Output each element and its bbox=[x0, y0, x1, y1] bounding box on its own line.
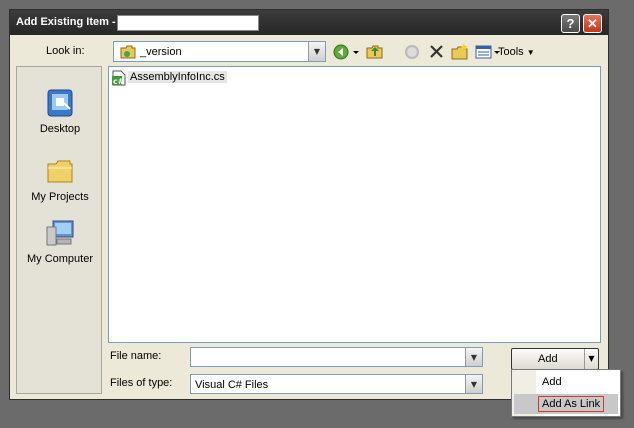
place-label: My Projects bbox=[31, 191, 89, 203]
search-web-button[interactable] bbox=[403, 42, 423, 62]
look-in-dropdown[interactable]: _version ▼ bbox=[113, 41, 326, 62]
menu-item-label: Add bbox=[542, 376, 562, 388]
look-in-value: _version bbox=[140, 46, 182, 58]
add-split-button[interactable]: Add ▼ bbox=[511, 348, 599, 370]
desktop-icon bbox=[47, 89, 73, 117]
file-name-label: File name: bbox=[110, 350, 162, 362]
place-my-projects[interactable]: My Projects bbox=[17, 155, 103, 203]
delete-icon bbox=[430, 45, 443, 58]
place-label: My Computer bbox=[26, 253, 94, 265]
chevron-down-icon bbox=[353, 51, 359, 54]
add-dropdown-menu: Add Add As Link bbox=[511, 369, 621, 417]
folder-icon bbox=[47, 160, 73, 183]
file-list[interactable]: c# AssemblyInfoInc.cs bbox=[108, 66, 601, 343]
views-icon bbox=[475, 45, 492, 59]
chevron-down-icon[interactable]: ▼ bbox=[584, 349, 598, 369]
menu-item-add[interactable]: Add bbox=[514, 372, 618, 392]
computer-icon bbox=[46, 220, 74, 246]
search-web-icon bbox=[405, 45, 419, 59]
up-folder-icon bbox=[366, 45, 383, 59]
file-name: AssemblyInfoInc.cs bbox=[128, 71, 227, 83]
chevron-down-icon[interactable]: ▼ bbox=[465, 375, 482, 393]
up-one-level-button[interactable] bbox=[365, 42, 385, 62]
close-button[interactable]: ✕ bbox=[583, 14, 602, 33]
place-my-computer[interactable]: My Computer bbox=[17, 217, 103, 265]
files-of-type-value: Visual C# Files bbox=[195, 379, 269, 391]
chevron-down-icon[interactable]: ▼ bbox=[308, 42, 325, 61]
title-project-name-field bbox=[117, 15, 259, 31]
svg-text:c#: c# bbox=[113, 77, 125, 86]
look-in-label: Look in: bbox=[46, 45, 85, 57]
file-name-field[interactable]: ▼ bbox=[190, 347, 483, 367]
tools-menu[interactable]: Tools ▼ bbox=[498, 46, 535, 58]
add-button-label: Add bbox=[538, 353, 558, 365]
add-existing-item-dialog: Add Existing Item - ? ✕ Look in: _versio… bbox=[9, 9, 609, 400]
title-bar[interactable]: Add Existing Item - ? ✕ bbox=[10, 10, 608, 35]
place-desktop[interactable]: Desktop bbox=[17, 87, 103, 135]
chevron-down-icon: ▼ bbox=[526, 48, 535, 57]
menu-item-label: Add As Link bbox=[538, 396, 605, 412]
back-dropdown[interactable] bbox=[351, 42, 361, 62]
delete-button[interactable] bbox=[427, 42, 447, 62]
place-label: Desktop bbox=[39, 123, 81, 135]
chevron-down-icon[interactable]: ▼ bbox=[465, 348, 482, 366]
menu-item-add-as-link[interactable]: Add As Link bbox=[514, 394, 618, 414]
files-of-type-dropdown[interactable]: Visual C# Files ▼ bbox=[190, 374, 483, 394]
places-bar: Desktop My Projects My Computer bbox=[16, 66, 102, 394]
new-folder-button[interactable] bbox=[450, 42, 470, 62]
tools-label: Tools bbox=[498, 46, 524, 58]
csharp-file-icon: c# bbox=[112, 70, 126, 86]
help-button[interactable]: ? bbox=[561, 14, 580, 33]
folder-icon bbox=[120, 45, 136, 59]
back-button[interactable] bbox=[332, 42, 352, 62]
files-of-type-label: Files of type: bbox=[110, 377, 173, 389]
new-folder-icon bbox=[451, 43, 468, 60]
dialog-title: Add Existing Item - bbox=[16, 16, 116, 28]
views-button[interactable] bbox=[474, 42, 494, 62]
back-icon bbox=[333, 44, 349, 60]
